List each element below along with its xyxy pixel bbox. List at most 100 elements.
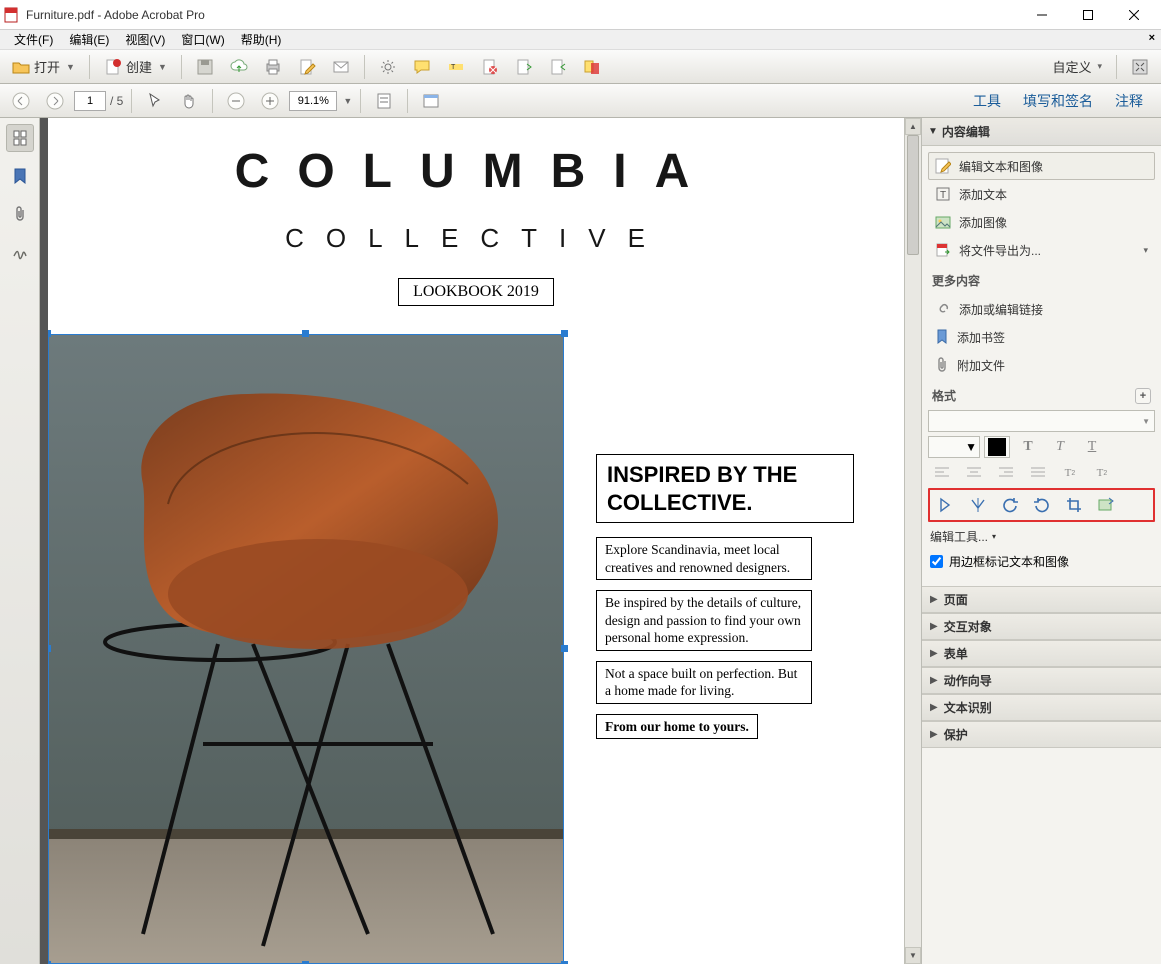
prev-page-button[interactable] [6, 88, 36, 114]
print-button[interactable] [258, 54, 288, 80]
menu-view[interactable]: 视图(V) [117, 31, 173, 48]
panel-header-content-edit[interactable]: ▼内容编辑 [922, 118, 1161, 146]
page-number-input[interactable] [74, 91, 106, 111]
superscript-button[interactable]: T2 [1056, 462, 1084, 484]
accordion-forms[interactable]: ▶表单 [922, 640, 1161, 667]
signatures-tab[interactable] [6, 238, 34, 266]
edit-doc-button[interactable] [292, 54, 322, 80]
edit-text-image-button[interactable]: 编辑文本和图像 [928, 152, 1155, 180]
thumbnails-tab[interactable] [6, 124, 34, 152]
menu-help[interactable]: 帮助(H) [233, 31, 290, 48]
align-center-button[interactable] [960, 462, 988, 484]
link-icon [935, 301, 951, 317]
accordion-text-recognition[interactable]: ▶文本识别 [922, 694, 1161, 721]
menu-window[interactable]: 窗口(W) [173, 31, 232, 48]
accordion-protection[interactable]: ▶保护 [922, 721, 1161, 748]
menu-file[interactable]: 文件(F) [6, 31, 61, 48]
comment-link[interactable]: 注释 [1115, 91, 1143, 111]
align-right-button[interactable] [992, 462, 1020, 484]
hand-icon [180, 92, 198, 110]
accordion-action-wizard[interactable]: ▶动作向导 [922, 667, 1161, 694]
attach-file-button[interactable]: 附加文件 [928, 351, 1155, 379]
mark-checkbox-input[interactable] [930, 555, 943, 568]
format-label: 格式+ [932, 387, 1151, 404]
flip-vertical-icon [937, 496, 955, 514]
fit-width-button[interactable] [369, 88, 399, 114]
font-family-dropdown[interactable]: ▼ [928, 410, 1155, 432]
scroll-up-button[interactable]: ▲ [905, 118, 921, 135]
next-page-button[interactable] [40, 88, 70, 114]
fullscreen-button[interactable] [1125, 54, 1155, 80]
selected-image[interactable] [48, 334, 564, 964]
replace-image-button[interactable] [1092, 493, 1120, 517]
subscript-button[interactable]: T2 [1088, 462, 1116, 484]
create-button[interactable]: 创建▼ [98, 54, 173, 80]
minimize-button[interactable] [1019, 1, 1065, 29]
add-image-icon [935, 214, 951, 230]
bookmarks-tab[interactable] [6, 162, 34, 190]
bookmark-icon [935, 329, 949, 345]
insert-button[interactable] [543, 54, 573, 80]
settings-button[interactable] [373, 54, 403, 80]
add-text-button[interactable]: T 添加文本 [928, 180, 1155, 208]
crop-icon [1065, 496, 1083, 514]
menu-edit[interactable]: 编辑(E) [61, 31, 117, 48]
bookmark-icon [13, 168, 27, 184]
left-nav-rail [0, 118, 40, 964]
crop-button[interactable] [1060, 493, 1088, 517]
maximize-button[interactable] [1065, 1, 1111, 29]
stamp-icon [481, 58, 499, 76]
zoom-in-button[interactable] [255, 88, 285, 114]
paperclip-icon [13, 206, 27, 222]
cloud-button[interactable] [224, 54, 254, 80]
edit-tools-dropdown[interactable]: 编辑工具...▾ [930, 528, 1153, 545]
flip-vertical-button[interactable] [932, 493, 960, 517]
doc-close-button[interactable]: × [1149, 32, 1155, 44]
rotate-ccw-button[interactable] [996, 493, 1024, 517]
combine-button[interactable] [577, 54, 607, 80]
align-left-button[interactable] [928, 462, 956, 484]
bold-button[interactable]: T [1014, 436, 1042, 458]
select-tool[interactable] [140, 88, 170, 114]
highlight-button[interactable]: T [441, 54, 471, 80]
save-button[interactable] [190, 54, 220, 80]
add-edit-link-button[interactable]: 添加或编辑链接 [928, 295, 1155, 323]
add-image-button[interactable]: 添加图像 [928, 208, 1155, 236]
accordion-page[interactable]: ▶页面 [922, 586, 1161, 613]
scroll-thumb[interactable] [907, 135, 919, 255]
scroll-down-button[interactable]: ▼ [905, 947, 921, 964]
rotate-cw-button[interactable] [1028, 493, 1056, 517]
pdf-page[interactable]: COLUMBIA COLLECTIVE LOOKBOOK 2019 [48, 118, 904, 964]
menu-bar: 文件(F) 编辑(E) 视图(V) 窗口(W) 帮助(H) × [0, 30, 1161, 50]
zoom-out-button[interactable] [221, 88, 251, 114]
expand-format-button[interactable]: + [1135, 388, 1151, 404]
reading-mode-button[interactable] [416, 88, 446, 114]
flip-horizontal-button[interactable] [964, 493, 992, 517]
export-as-button[interactable]: 将文件导出为... ▾ [928, 236, 1155, 264]
fill-sign-link[interactable]: 填写和签名 [1023, 91, 1093, 111]
svg-text:T: T [940, 190, 946, 201]
zoom-input[interactable]: 91.1% [289, 91, 337, 111]
underline-button[interactable]: T [1078, 436, 1106, 458]
font-color-swatch[interactable] [984, 436, 1010, 458]
open-button[interactable]: 打开▼ [6, 54, 81, 80]
comment-bubble-button[interactable] [407, 54, 437, 80]
email-button[interactable] [326, 54, 356, 80]
tools-link[interactable]: 工具 [973, 91, 1001, 111]
mark-text-image-checkbox[interactable]: 用边框标记文本和图像 [930, 553, 1153, 570]
attachments-tab[interactable] [6, 200, 34, 228]
accordion-interactive[interactable]: ▶交互对象 [922, 613, 1161, 640]
hand-tool[interactable] [174, 88, 204, 114]
page-total: / 5 [110, 94, 123, 108]
close-button[interactable] [1111, 1, 1157, 29]
print-icon [264, 58, 282, 76]
font-size-dropdown[interactable]: ▼ [928, 436, 980, 458]
align-justify-button[interactable] [1024, 462, 1052, 484]
italic-button[interactable]: T [1046, 436, 1074, 458]
customize-button[interactable]: 自定义▾ [1046, 54, 1108, 80]
rotate-ccw-icon [1001, 496, 1019, 514]
extract-button[interactable] [509, 54, 539, 80]
stamp-button[interactable] [475, 54, 505, 80]
add-bookmark-button[interactable]: 添加书签 [928, 323, 1155, 351]
vertical-scrollbar[interactable]: ▲ ▼ [904, 118, 921, 964]
